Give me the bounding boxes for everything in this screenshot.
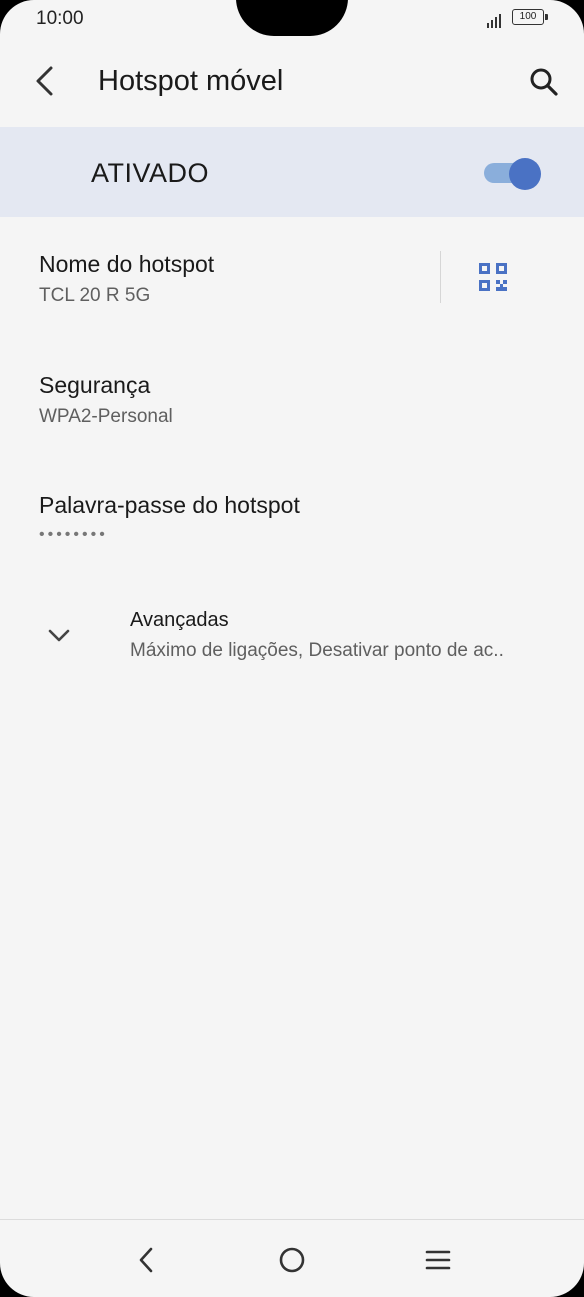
back-icon[interactable] — [126, 1240, 166, 1280]
vertical-divider — [440, 251, 441, 303]
advanced-title: Avançadas — [130, 609, 229, 631]
password-title: Palavra-passe do hotspot — [39, 492, 300, 518]
status-time: 10:00 — [36, 8, 84, 29]
app-bar: Hotspot móvel — [0, 40, 584, 126]
advanced-summary: Máximo de ligações, Desativar ponto de a… — [130, 640, 504, 661]
hotspot-name-value: TCL 20 R 5G — [39, 285, 151, 306]
screen: 10:00 100 Hotspot móvel ATIVADO Nome do … — [0, 0, 584, 1297]
toggle-label: ATIVADO — [91, 158, 210, 188]
switch-thumb — [509, 158, 541, 190]
qr-code-icon[interactable] — [474, 258, 512, 296]
chevron-down-icon — [48, 629, 70, 642]
page-title: Hotspot móvel — [98, 65, 284, 97]
password-value: •••••••• — [39, 526, 108, 543]
battery-icon: 100 — [512, 9, 548, 25]
arrow-back-icon[interactable] — [26, 62, 64, 100]
security-value: WPA2-Personal — [39, 406, 173, 427]
recents-menu-icon[interactable] — [418, 1240, 458, 1280]
setting-advanced[interactable] — [0, 590, 584, 680]
security-title: Segurança — [39, 372, 151, 398]
setting-password[interactable]: Palavra-passe do hotspot — [0, 457, 584, 577]
hotspot-toggle-row[interactable]: ATIVADO — [0, 127, 584, 217]
hotspot-switch[interactable] — [482, 158, 544, 190]
search-icon[interactable] — [524, 62, 564, 102]
hotspot-name-title: Nome do hotspot — [39, 251, 215, 277]
navigation-bar — [0, 1220, 584, 1297]
home-icon[interactable] — [272, 1240, 312, 1280]
setting-security[interactable]: Segurança WPA2-Personal — [0, 337, 584, 457]
signal-icon — [487, 14, 501, 28]
